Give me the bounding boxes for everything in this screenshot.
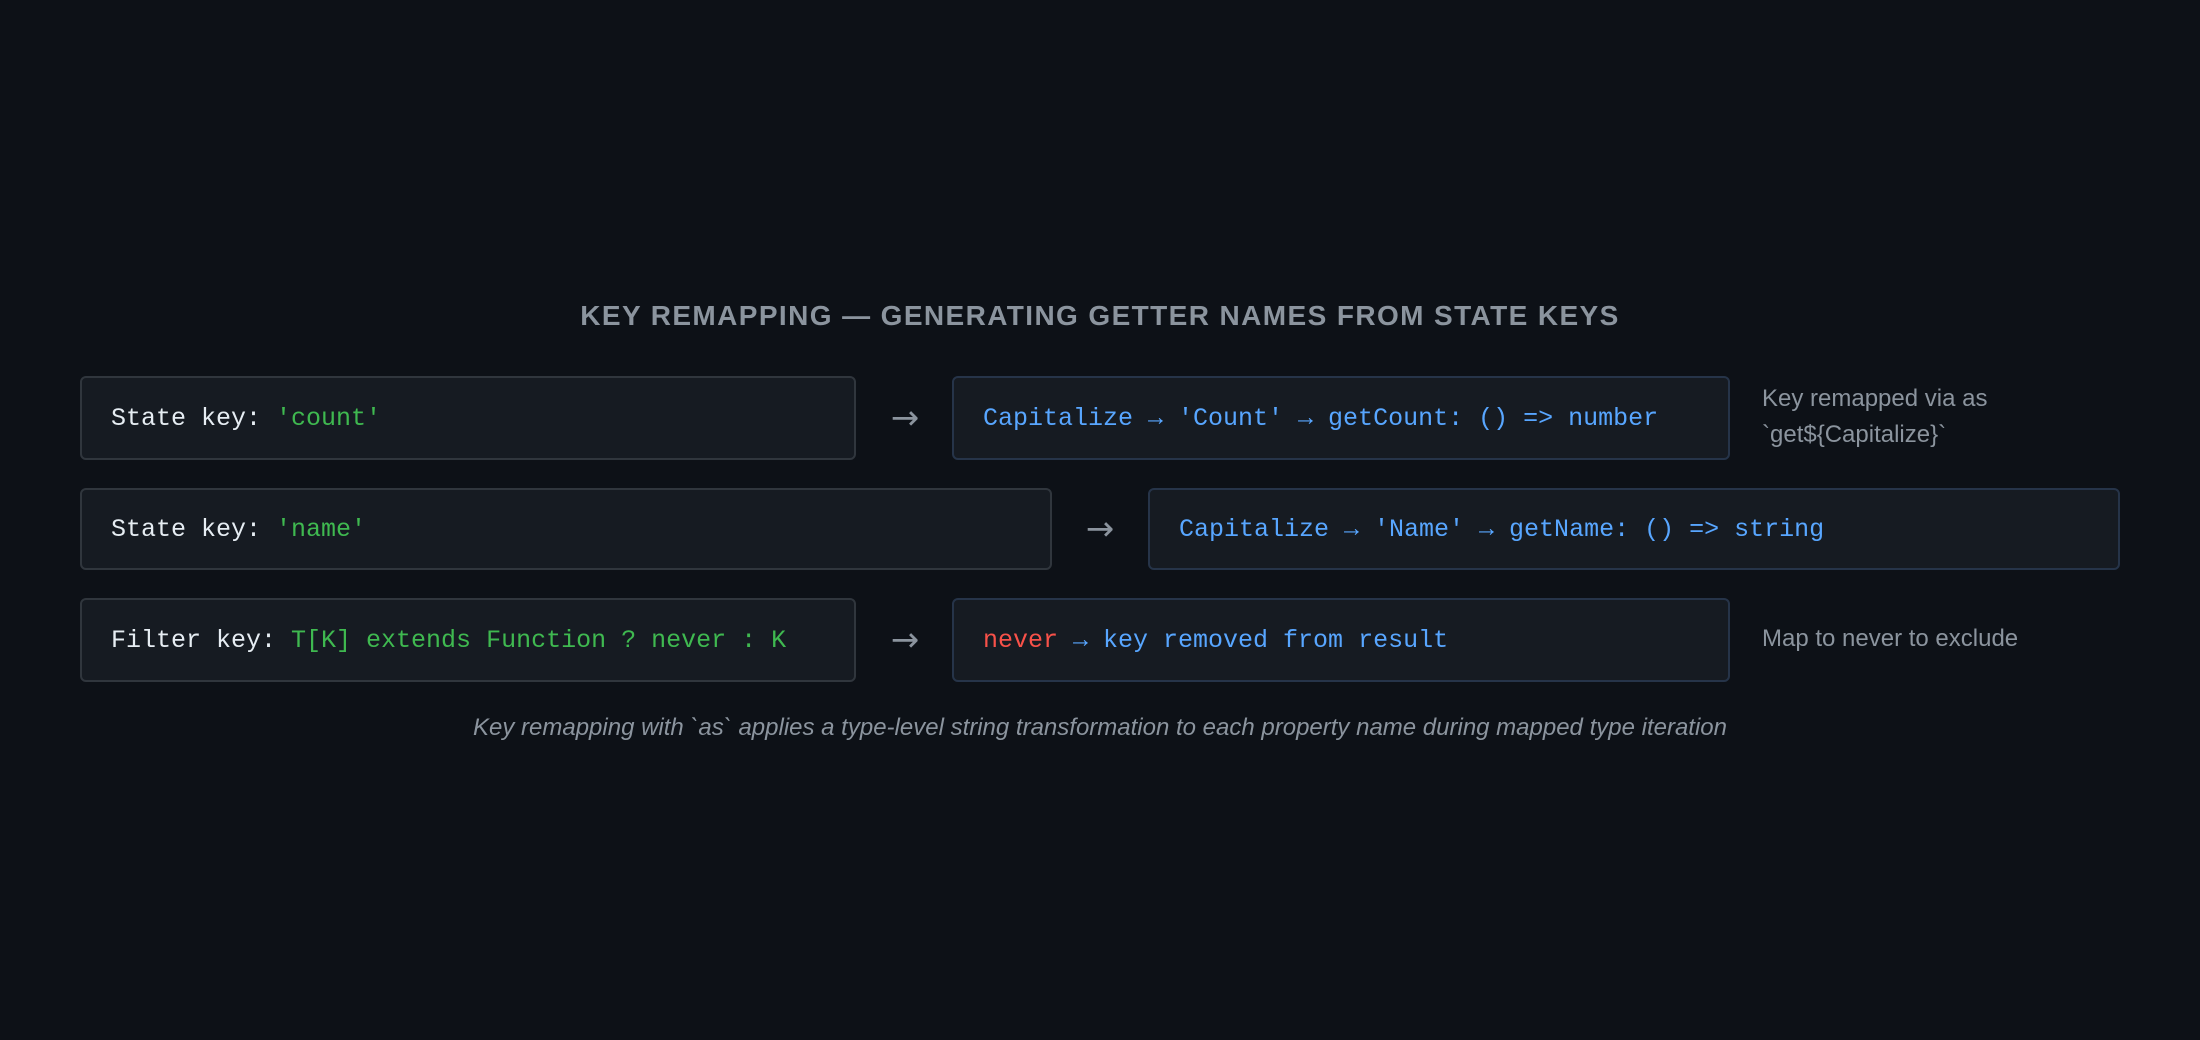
state-key-label: State key:: [111, 403, 277, 433]
getter-transform-text: Capitalize → 'Count' → getCount: () => n…: [983, 403, 1659, 433]
never-result-box: never → key removed from result: [952, 598, 1730, 682]
right-arrow-icon: →: [890, 398, 920, 438]
never-result-text: → key removed from result: [1058, 625, 1449, 655]
remap-note-line: Key remapped via as: [1762, 385, 1988, 412]
getter-count-box: Capitalize → 'Count' → getCount: () => n…: [952, 376, 1730, 460]
state-key-count-box: State key: 'count': [80, 376, 856, 460]
right-arrow-icon: →: [1085, 509, 1115, 549]
filter-key-expression: T[K] extends Function ? never : K: [291, 625, 787, 655]
diagram-caption: Key remapping with `as` applies a type-l…: [473, 714, 1727, 741]
getter-name-box: Capitalize → 'Name' → getName: () => str…: [1148, 488, 2120, 570]
state-key-value: 'name': [276, 514, 367, 544]
state-key-label: State key:: [111, 514, 277, 544]
right-arrow-icon: →: [890, 620, 920, 660]
filter-key-label: Filter key:: [111, 625, 292, 655]
exclude-note-line: Map to never to exclude: [1762, 625, 2019, 652]
state-key-name-box: State key: 'name': [80, 488, 1052, 570]
diagram-title: KEY REMAPPING — GENERATING GETTER NAMES …: [580, 300, 1620, 331]
exclude-note: Map to never to exclude: [1762, 621, 2018, 657]
getter-transform-text: Capitalize → 'Name' → getName: () => str…: [1179, 514, 1825, 544]
filter-key-box: Filter key: T[K] extends Function ? neve…: [80, 598, 856, 682]
never-keyword: never: [983, 625, 1059, 655]
remap-note-line: `get${Capitalize}`: [1762, 421, 1947, 448]
state-key-value: 'count': [276, 403, 382, 433]
remap-note: Key remapped via as `get${Capitalize}`: [1762, 381, 1987, 453]
